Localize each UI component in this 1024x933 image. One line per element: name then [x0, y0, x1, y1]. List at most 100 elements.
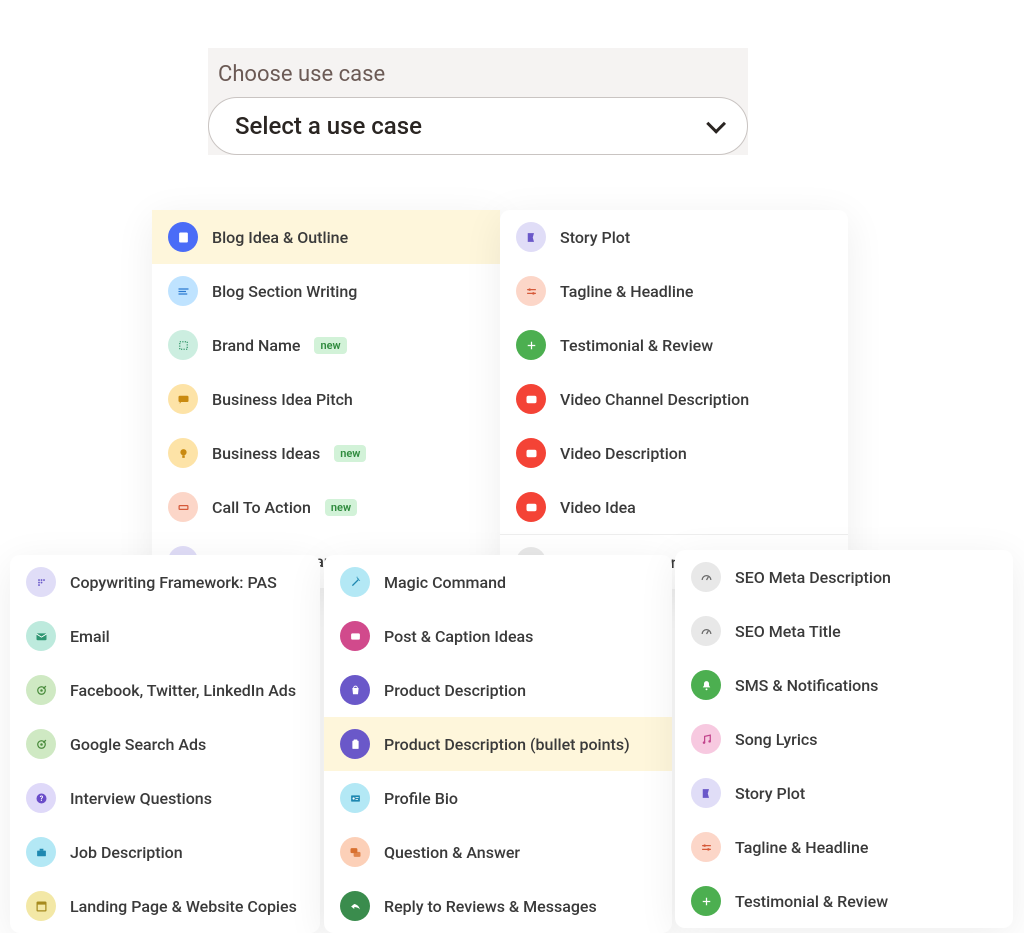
plus-icon: [691, 886, 721, 916]
use-case-item-song-lyrics[interactable]: Song Lyrics: [675, 712, 1013, 766]
gauge-icon: [691, 562, 721, 592]
use-case-item-business-idea-pitch[interactable]: Business Idea Pitch: [152, 372, 500, 426]
clip-icon: [340, 729, 370, 759]
use-case-item-label: Email: [70, 627, 110, 646]
use-case-item-sms-notifications[interactable]: SMS & Notifications: [675, 658, 1013, 712]
use-case-item-label: Brand Name: [212, 336, 300, 355]
use-case-item-story-plot[interactable]: Story Plot: [500, 210, 848, 264]
layout-icon: [26, 891, 56, 921]
use-case-item-landing-page-website-copies[interactable]: Landing Page & Website Copies: [10, 879, 320, 933]
use-case-item-label: SMS & Notifications: [735, 676, 878, 695]
bell-icon: [691, 670, 721, 700]
wand-icon: [340, 567, 370, 597]
use-case-item-facebook-twitter-linkedin-ads[interactable]: Facebook, Twitter, LinkedIn Ads: [10, 663, 320, 717]
use-case-item-label: Question & Answer: [384, 843, 520, 862]
use-case-item-label: Landing Page & Website Copies: [70, 897, 297, 916]
use-case-list-b: Story Plot Tagline & Headline Testimonial …: [500, 210, 848, 589]
bag-icon: [340, 675, 370, 705]
use-case-item-copywriting-framework-pas[interactable]: Copywriting Framework: PAS: [10, 555, 320, 609]
chat-icon: [168, 384, 198, 414]
use-case-item-video-idea[interactable]: Video Idea: [500, 480, 848, 534]
use-case-list-c: Copywriting Framework: PAS Email Facebook,…: [10, 555, 320, 933]
use-case-item-testimonial-review[interactable]: Testimonial & Review: [675, 874, 1013, 928]
lines-icon: [168, 276, 198, 306]
use-case-item-label: Tagline & Headline: [735, 838, 868, 857]
use-case-item-label: Story Plot: [560, 228, 630, 247]
use-case-item-label: Song Lyrics: [735, 730, 818, 749]
use-case-list-a: Blog Idea & Outline Blog Section Writing B…: [152, 210, 500, 588]
use-case-item-label: Product Description (bullet points): [384, 735, 630, 754]
frame-icon: [168, 330, 198, 360]
use-case-item-label: SEO Meta Title: [735, 622, 841, 641]
use-case-item-video-description[interactable]: Video Description: [500, 426, 848, 480]
chevron-down-icon: [706, 114, 726, 134]
use-case-item-label: Call To Action: [212, 498, 311, 517]
book-icon: [691, 778, 721, 808]
use-case-item-product-description[interactable]: Product Description: [324, 663, 672, 717]
use-case-item-tagline-headline[interactable]: Tagline & Headline: [675, 820, 1013, 874]
use-case-item-video-channel-description[interactable]: Video Channel Description: [500, 372, 848, 426]
card-icon: [340, 621, 370, 651]
use-case-item-label: Story Plot: [735, 784, 805, 803]
use-case-item-blog-idea-outline[interactable]: Blog Idea & Outline: [152, 210, 500, 264]
use-case-item-testimonial-review[interactable]: Testimonial & Review: [500, 318, 848, 372]
use-case-item-product-description-bullet-points[interactable]: Product Description (bullet points): [324, 717, 672, 771]
mail-icon: [26, 621, 56, 651]
use-case-item-interview-questions[interactable]: Interview Questions: [10, 771, 320, 825]
use-case-item-label: Product Description: [384, 681, 526, 700]
use-case-item-label: Copywriting Framework: PAS: [70, 573, 277, 592]
grid-icon: [26, 567, 56, 597]
plus-icon: [516, 330, 546, 360]
use-case-item-google-search-ads[interactable]: Google Search Ads: [10, 717, 320, 771]
play-icon: [516, 384, 546, 414]
play-icon: [516, 492, 546, 522]
use-case-item-label: Blog Section Writing: [212, 282, 357, 301]
book-icon: [516, 222, 546, 252]
use-case-item-label: Testimonial & Review: [560, 336, 713, 355]
use-case-item-call-to-action[interactable]: Call To Action new: [152, 480, 500, 534]
new-badge: new: [314, 337, 346, 354]
use-case-select[interactable]: Select a use case: [208, 97, 748, 155]
use-case-item-label: Testimonial & Review: [735, 892, 888, 911]
rect-icon: [168, 492, 198, 522]
brief-icon: [26, 837, 56, 867]
sliders-icon: [691, 832, 721, 862]
play-icon: [516, 438, 546, 468]
use-case-item-label: Video Channel Description: [560, 390, 749, 409]
music-icon: [691, 724, 721, 754]
sliders-icon: [516, 276, 546, 306]
use-case-item-business-ideas[interactable]: Business Ideasnew: [152, 426, 500, 480]
use-case-item-label: Reply to Reviews & Messages: [384, 897, 597, 916]
use-case-item-label: Profile Bio: [384, 789, 458, 808]
use-case-select-label: Choose use case: [208, 62, 748, 87]
use-case-item-tagline-headline[interactable]: Tagline & Headline: [500, 264, 848, 318]
use-case-item-seo-meta-description[interactable]: SEO Meta Description: [675, 550, 1013, 604]
use-case-item-label: Video Idea: [560, 498, 636, 517]
bulb-icon: [168, 438, 198, 468]
use-case-list-d: Magic CommandPost & Caption Ideas Product…: [324, 555, 672, 933]
use-case-item-label: Video Description: [560, 444, 687, 463]
use-case-item-job-description[interactable]: Job Description: [10, 825, 320, 879]
use-case-item-label: Business Idea Pitch: [212, 390, 353, 409]
reply-icon: [340, 891, 370, 921]
target-icon: [26, 729, 56, 759]
qa-icon: [340, 837, 370, 867]
use-case-item-label: Interview Questions: [70, 789, 212, 808]
use-case-item-blog-section-writing[interactable]: Blog Section Writing: [152, 264, 500, 318]
use-case-item-email[interactable]: Email: [10, 609, 320, 663]
use-case-item-magic-command[interactable]: Magic Command: [324, 555, 672, 609]
use-case-item-seo-meta-title[interactable]: SEO Meta Title: [675, 604, 1013, 658]
use-case-item-brand-name[interactable]: Brand Name new: [152, 318, 500, 372]
use-case-item-profile-bio[interactable]: Profile Bio: [324, 771, 672, 825]
use-case-item-story-plot[interactable]: Story Plot: [675, 766, 1013, 820]
gauge-icon: [691, 616, 721, 646]
use-case-item-question-answer[interactable]: Question & Answer: [324, 825, 672, 879]
new-badge: new: [334, 445, 366, 462]
doc-icon: [168, 222, 198, 252]
use-case-item-reply-to-reviews-messages[interactable]: Reply to Reviews & Messages: [324, 879, 672, 933]
id-icon: [340, 783, 370, 813]
use-case-item-label: Tagline & Headline: [560, 282, 693, 301]
q-icon: [26, 783, 56, 813]
use-case-item-post-caption-ideas[interactable]: Post & Caption Ideas: [324, 609, 672, 663]
new-badge: new: [325, 499, 357, 516]
